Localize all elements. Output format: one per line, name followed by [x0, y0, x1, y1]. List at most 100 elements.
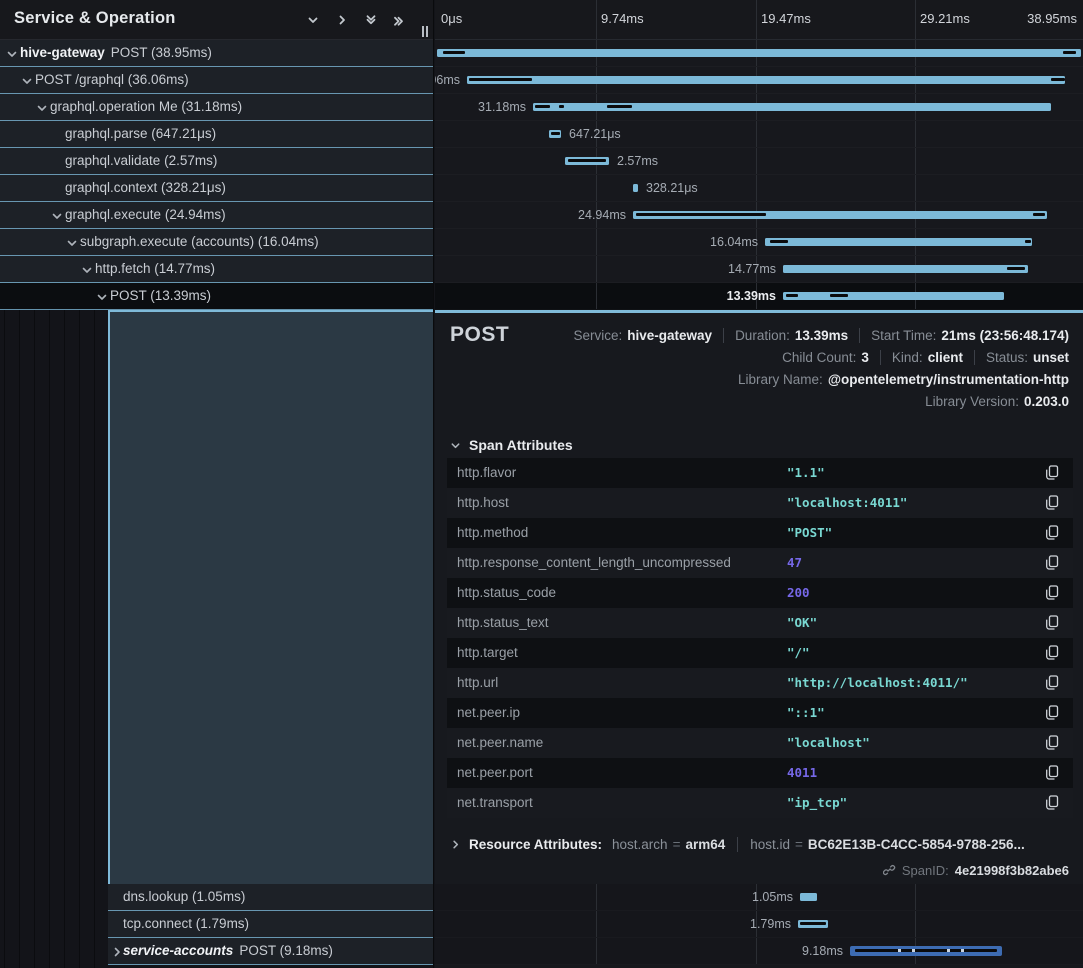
chevron-down-icon[interactable] — [51, 210, 62, 221]
span-bar[interactable] — [783, 292, 1004, 300]
tree-row[interactable]: dns.lookup (1.05ms) — [108, 884, 434, 911]
copy-icon[interactable] — [1045, 735, 1061, 751]
copy-icon[interactable] — [1045, 555, 1061, 571]
timeline-pane: 0μs9.74ms19.47ms29.21ms38.95ms 38.95ms36… — [435, 0, 1083, 968]
span-id-value: 4e21998f3b82abe6 — [955, 863, 1069, 878]
meta-value: unset — [1033, 350, 1069, 365]
span-bar[interactable] — [765, 238, 1032, 246]
span-bar[interactable] — [783, 265, 1028, 273]
gridline — [756, 175, 757, 201]
tree-row[interactable]: POST (13.39ms) — [0, 283, 434, 310]
chevron-down-icon — [450, 440, 461, 451]
copy-icon[interactable] — [1045, 615, 1061, 631]
tree-row[interactable]: graphql.execute (24.94ms) — [0, 202, 434, 229]
copy-icon[interactable] — [1045, 675, 1061, 691]
chevron-down-icon[interactable] — [81, 264, 92, 275]
waterfall-row[interactable]: 16.04ms — [435, 229, 1083, 256]
gridline — [596, 175, 597, 201]
chevron-right-icon[interactable] — [332, 10, 351, 29]
gridline — [915, 148, 916, 174]
chevron-down-icon[interactable] — [96, 291, 107, 302]
self-time-mark — [1025, 240, 1031, 243]
gridline — [756, 121, 757, 147]
span-name-label: tcp.connect (1.79ms) — [123, 916, 249, 931]
attribute-row: net.peer.name"localhost" — [447, 728, 1073, 758]
attribute-key: http.method — [457, 518, 528, 548]
tree-row[interactable]: graphql.parse (647.21μs) — [0, 121, 434, 148]
double-chevron-right-icon[interactable] — [390, 10, 409, 29]
self-time-mark — [800, 922, 826, 925]
copy-icon[interactable] — [1045, 765, 1061, 781]
meta-separator — [723, 328, 724, 343]
ruler-tick-label: 9.74ms — [601, 11, 644, 26]
chevron-down-icon[interactable] — [66, 237, 77, 248]
self-time-mark — [636, 213, 766, 216]
self-time-mark — [1063, 51, 1076, 54]
span-bar[interactable] — [467, 76, 1065, 84]
attribute-row: http.flavor"1.1" — [447, 458, 1073, 488]
copy-icon[interactable] — [1045, 585, 1061, 601]
attribute-key: http.status_code — [457, 578, 556, 608]
duration-label: 647.21μs — [569, 121, 621, 148]
resource-value: BC62E13B-C4CC-5854-9788-256... — [808, 837, 1025, 852]
tree-row[interactable]: hive-gatewayPOST (38.95ms) — [0, 40, 434, 67]
service-operation-pane: Service & Operation hive-gatewayPOST (38… — [0, 0, 434, 968]
tree-row[interactable]: subgraph.execute (accounts) (16.04ms) — [0, 229, 434, 256]
waterfall-row[interactable]: 328.21μs — [435, 175, 1083, 202]
span-bar[interactable] — [437, 49, 1081, 57]
self-time-mark — [1033, 213, 1045, 216]
span-name-label: graphql.validate (2.57ms) — [65, 153, 217, 168]
waterfall-row[interactable]: 9.18ms — [435, 938, 1083, 965]
copy-icon[interactable] — [1045, 495, 1061, 511]
span-bar[interactable] — [800, 893, 817, 901]
tree-row[interactable]: graphql.validate (2.57ms) — [0, 148, 434, 175]
attribute-key: http.response_content_length_uncompresse… — [457, 548, 731, 578]
waterfall-row[interactable]: 31.18ms — [435, 94, 1083, 121]
attribute-value: 200 — [787, 578, 810, 608]
waterfall-row[interactable]: 36.06ms — [435, 67, 1083, 94]
waterfall-row[interactable]: 13.39ms — [435, 283, 1083, 310]
copy-icon[interactable] — [1045, 525, 1061, 541]
waterfall-row[interactable]: 1.79ms — [435, 911, 1083, 938]
waterfall-row[interactable]: 647.21μs — [435, 121, 1083, 148]
gridline — [596, 229, 597, 255]
span-bar[interactable] — [633, 184, 638, 192]
attribute-key: net.peer.name — [457, 728, 543, 758]
duration-label: 14.77ms — [728, 256, 776, 283]
chevron-down-icon[interactable] — [21, 75, 32, 86]
chevron-down-icon[interactable] — [36, 102, 47, 113]
tree-row[interactable]: graphql.context (328.21μs) — [0, 175, 434, 202]
waterfall-row[interactable]: 24.94ms — [435, 202, 1083, 229]
tree-row[interactable]: graphql.operation Me (31.18ms) — [0, 94, 434, 121]
meta-separator — [974, 350, 975, 365]
tree-row[interactable]: http.fetch (14.77ms) — [0, 256, 434, 283]
waterfall-row[interactable]: 2.57ms — [435, 148, 1083, 175]
copy-icon[interactable] — [1045, 645, 1061, 661]
copy-icon[interactable] — [1045, 705, 1061, 721]
copy-icon[interactable] — [1045, 795, 1061, 811]
chevron-down-icon[interactable] — [303, 10, 322, 29]
duration-label: 1.79ms — [750, 911, 791, 938]
tree-row[interactable]: service-accountsPOST (9.18ms) — [108, 938, 434, 965]
attribute-row: http.host"localhost:4011" — [447, 488, 1073, 518]
waterfall-row[interactable]: 38.95ms — [435, 40, 1083, 67]
detail-meta-line: Library Name:@opentelemetry/instrumentat… — [738, 369, 1069, 389]
column-resize-handle[interactable] — [420, 26, 430, 37]
span-attributes-header[interactable]: Span Attributes — [450, 437, 573, 453]
self-time-mark — [786, 294, 798, 297]
tree-row[interactable]: POST /graphql (36.06ms) — [0, 67, 434, 94]
duration-label: 13.39ms — [727, 283, 776, 310]
service-name: hive-gateway — [20, 45, 105, 60]
chevron-right-icon[interactable] — [111, 946, 122, 957]
tree-row[interactable]: tcp.connect (1.79ms) — [108, 911, 434, 938]
attribute-value: "/" — [787, 638, 810, 668]
resource-attributes-row[interactable]: Resource Attributes: host.arch=arm64host… — [450, 837, 1025, 852]
child-marker — [961, 949, 964, 952]
meta-label: Library Version: — [925, 394, 1019, 409]
double-chevron-down-icon[interactable] — [361, 10, 380, 29]
detail-meta-line: Child Count:3Kind:clientStatus:unset — [782, 347, 1069, 367]
waterfall-row[interactable]: 14.77ms — [435, 256, 1083, 283]
waterfall-row[interactable]: 1.05ms — [435, 884, 1083, 911]
copy-icon[interactable] — [1045, 465, 1061, 481]
chevron-down-icon[interactable] — [6, 48, 17, 59]
